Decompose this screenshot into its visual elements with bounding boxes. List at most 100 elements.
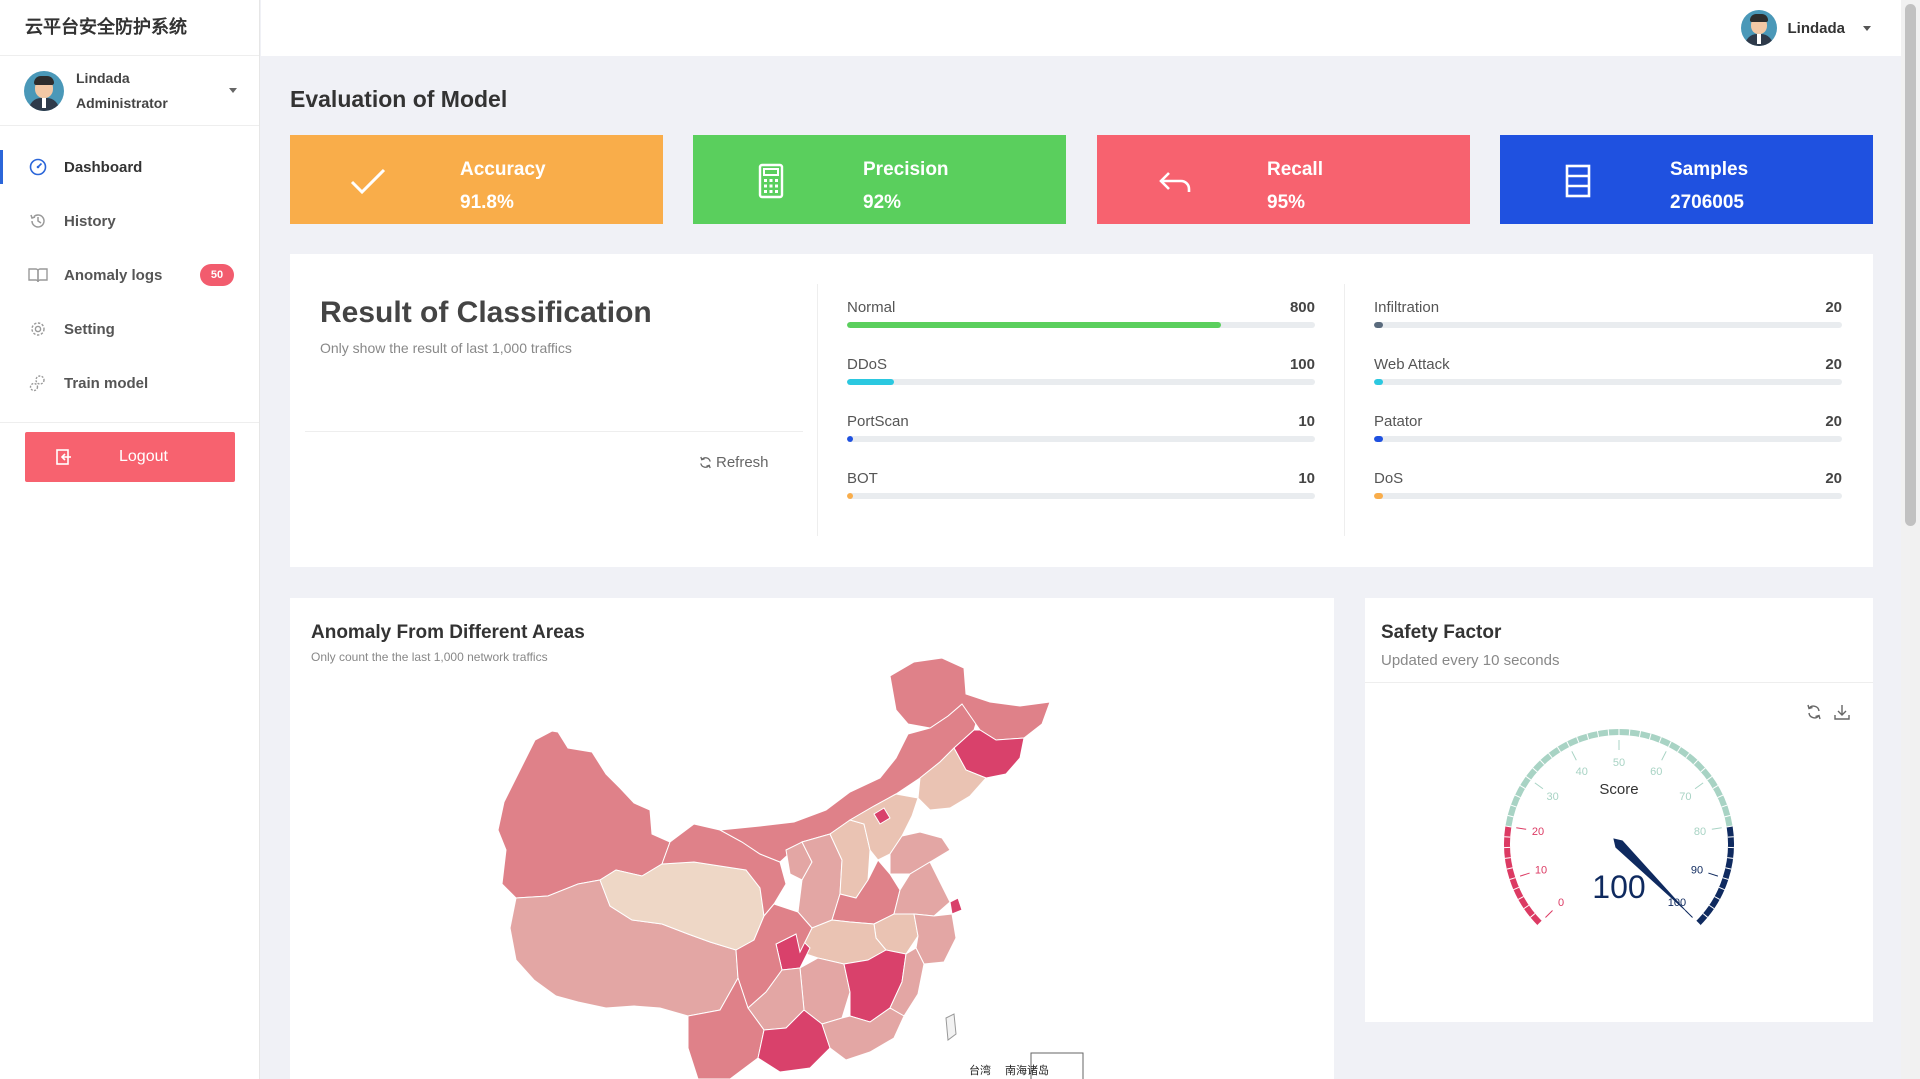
- divider: [817, 284, 818, 536]
- anomaly-map-card: Anomaly From Different Areas Only count …: [290, 598, 1334, 1079]
- divider: [1365, 682, 1873, 683]
- reply-icon: [1159, 172, 1191, 192]
- user-role: Administrator: [76, 94, 168, 111]
- taiwan-label: 台湾: [969, 1063, 991, 1077]
- sidebar-item-dashboard[interactable]: Dashboard: [0, 140, 259, 194]
- sidebar-item-anomaly-logs[interactable]: Anomaly logs 50: [0, 248, 259, 302]
- classification-subtitle: Only show the result of last 1,000 traff…: [320, 340, 572, 356]
- gauge-split: [1516, 827, 1527, 830]
- avatar: [24, 70, 64, 111]
- gauge-value: 100: [1592, 869, 1645, 905]
- class-count: 20: [1825, 413, 1842, 430]
- map-region-xinjiang: [497, 730, 671, 899]
- safety-factor-card: Safety Factor Updated every 10 seconds 0…: [1365, 598, 1873, 1022]
- sidebar-item-label: Dashboard: [64, 158, 143, 176]
- gauge-split: [1571, 751, 1577, 761]
- classification-title: Result of Classification: [320, 296, 652, 329]
- progress-track: [847, 493, 1315, 499]
- class-label: Infiltration: [1374, 299, 1440, 316]
- gauge-split: [1519, 872, 1530, 877]
- class-bar-portscan: PortScan 10: [847, 413, 1315, 453]
- gear-icon: [28, 319, 48, 339]
- sidebar-item-setting[interactable]: Setting: [0, 302, 259, 356]
- class-bar-bot: BOT 10: [847, 470, 1315, 510]
- gauge-name: Score: [1599, 781, 1638, 798]
- logout-button[interactable]: Logout: [25, 432, 235, 482]
- progress-track: [847, 436, 1315, 442]
- class-label: Web Attack: [1374, 356, 1450, 373]
- progress-fill: [1374, 379, 1384, 385]
- gauge-split: [1708, 872, 1719, 877]
- progress-fill: [1374, 493, 1384, 499]
- recall-label: Recall: [1267, 159, 1323, 180]
- class-label: BOT: [847, 470, 878, 487]
- class-count: 20: [1825, 299, 1842, 316]
- progress-track: [1374, 379, 1842, 385]
- class-count: 10: [1298, 470, 1315, 487]
- accuracy-card: Accuracy 91.8%: [290, 135, 663, 224]
- history-icon: [28, 211, 48, 231]
- caret-down-icon[interactable]: [229, 88, 237, 93]
- gauge-tick-label: 80: [1694, 826, 1706, 838]
- dashboard-icon: [28, 157, 48, 177]
- gauge-tick-label: 10: [1535, 864, 1547, 876]
- gauge-tick-label: 20: [1532, 826, 1544, 838]
- sidebar-menu: Dashboard History Anomaly logs 50 Settin…: [0, 126, 259, 423]
- gauge-tick-label: 60: [1650, 766, 1662, 778]
- check-icon: [350, 168, 386, 195]
- map-region-shanghai: [949, 897, 963, 915]
- class-bar-ddos: DDoS 100: [847, 356, 1315, 396]
- recall-card: Recall 95%: [1097, 135, 1470, 224]
- safety-gauge: 0102030405060708090100Score100: [1504, 729, 1734, 926]
- progress-track: [1374, 436, 1842, 442]
- gauge-tick: [1628, 729, 1631, 736]
- user-name: Lindada: [76, 69, 130, 86]
- safety-title: Safety Factor: [1381, 622, 1502, 643]
- accuracy-value: 91.8%: [460, 192, 514, 213]
- anomaly-count-badge: 50: [200, 264, 234, 286]
- class-label: PortScan: [847, 413, 909, 430]
- logout-icon: [56, 449, 71, 465]
- logout-label: Logout: [119, 448, 168, 465]
- sidebar-item-label: History: [64, 212, 116, 230]
- progress-track: [847, 322, 1315, 328]
- caret-down-icon[interactable]: [1863, 25, 1871, 31]
- precision-label: Precision: [863, 159, 949, 180]
- classification-card: Result of Classification Only show the r…: [290, 254, 1873, 567]
- south-sea-label: 南海诸岛: [1005, 1063, 1049, 1077]
- gauge-tick-label: 50: [1613, 757, 1625, 769]
- progress-fill: [847, 436, 853, 442]
- gears-icon: [28, 373, 48, 393]
- sidebar-item-train-model[interactable]: Train model: [0, 356, 259, 410]
- gauge-tick-label: 70: [1679, 791, 1691, 803]
- refresh-icon: [700, 456, 711, 469]
- topbar-user-menu[interactable]: Lindada: [1741, 10, 1871, 46]
- page-scrollbar[interactable]: [1901, 0, 1920, 1079]
- precision-card: Precision 92%: [693, 135, 1066, 224]
- class-label: Patator: [1374, 413, 1423, 430]
- sidebar-user[interactable]: Lindada Administrator: [0, 56, 259, 126]
- class-count: 100: [1289, 356, 1315, 373]
- sidebar: 云平台安全防护系统 Lindada Administrator Dashboar…: [0, 0, 260, 1079]
- progress-fill: [847, 322, 1222, 328]
- gauge-split: [1661, 751, 1667, 761]
- gauge-split: [1545, 910, 1553, 918]
- progress-fill: [1374, 322, 1384, 328]
- accuracy-label: Accuracy: [460, 159, 546, 180]
- refresh-button[interactable]: Refresh: [699, 454, 769, 471]
- scrollbar-thumb[interactable]: [1905, 4, 1916, 526]
- book-icon: [28, 265, 48, 285]
- class-bar-normal: Normal 800: [847, 299, 1315, 339]
- progress-fill: [1374, 436, 1384, 442]
- samples-label: Samples: [1670, 159, 1749, 180]
- class-count: 800: [1289, 299, 1315, 316]
- sidebar-item-history[interactable]: History: [0, 194, 259, 248]
- class-label: DoS: [1374, 470, 1404, 487]
- gauge-tick: [1607, 729, 1610, 736]
- map-region-taiwan: [945, 1013, 957, 1041]
- class-count: 10: [1298, 413, 1315, 430]
- divider: [1344, 284, 1345, 536]
- china-map[interactable]: 台湾 南海诸岛: [290, 598, 1334, 1079]
- safety-subtitle: Updated every 10 seconds: [1381, 652, 1560, 669]
- class-bar-dos: DoS 20: [1374, 470, 1842, 510]
